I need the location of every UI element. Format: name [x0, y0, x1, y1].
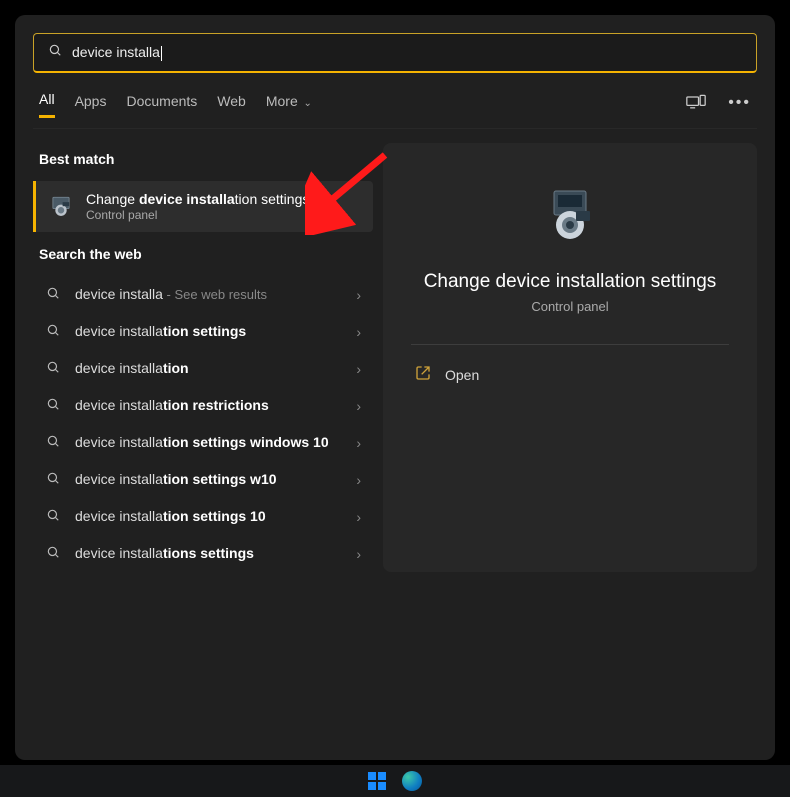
edge-icon[interactable] [402, 771, 422, 791]
search-box[interactable]: device installa [33, 33, 757, 73]
web-result-text: device installation settings windows 10 [75, 434, 342, 451]
preview-subtitle: Control panel [531, 299, 608, 314]
best-match-subtitle: Control panel [86, 208, 309, 222]
best-match-title: Change device installation settings [86, 191, 309, 207]
chevron-right-icon: › [356, 509, 361, 525]
web-result-text: device installation settings 10 [75, 508, 342, 525]
best-match-header: Best match [39, 151, 367, 167]
web-result-text: device installation [75, 360, 342, 377]
search-icon [45, 360, 61, 377]
more-options-icon[interactable]: ••• [728, 94, 751, 115]
search-icon [45, 286, 61, 303]
control-panel-icon [48, 194, 74, 220]
web-result[interactable]: device installations settings › [33, 535, 373, 572]
start-button[interactable] [368, 772, 386, 790]
tab-apps[interactable]: Apps [75, 93, 107, 117]
chevron-right-icon: › [356, 546, 361, 562]
web-result[interactable]: device installa - See web results › [33, 276, 373, 313]
web-result[interactable]: device installation settings w10 › [33, 461, 373, 498]
chevron-right-icon: › [356, 435, 361, 451]
search-icon [45, 397, 61, 414]
search-icon [48, 43, 62, 62]
preview-pane: Change device installation settings Cont… [383, 143, 757, 572]
web-result-text: device installation settings w10 [75, 471, 342, 488]
tab-all[interactable]: All [39, 91, 55, 118]
search-web-header: Search the web [39, 246, 367, 262]
chevron-right-icon: › [356, 324, 361, 340]
open-action[interactable]: Open [411, 355, 729, 394]
search-icon [45, 471, 61, 488]
web-result[interactable]: device installation settings 10 › [33, 498, 373, 535]
tab-more[interactable]: More ⌄ [266, 93, 312, 117]
search-icon [45, 508, 61, 525]
devices-icon[interactable] [686, 94, 706, 115]
open-icon [415, 365, 431, 384]
tab-web[interactable]: Web [217, 93, 246, 117]
web-result[interactable]: device installation settings › [33, 313, 373, 350]
chevron-down-icon: ⌄ [301, 98, 312, 109]
preview-title: Change device installation settings [424, 271, 717, 293]
preview-icon [538, 183, 602, 247]
search-input[interactable]: device installa [72, 44, 742, 61]
web-result[interactable]: device installation restrictions › [33, 387, 373, 424]
search-icon [45, 434, 61, 451]
search-icon [45, 323, 61, 340]
web-result-text: device installations settings [75, 545, 342, 562]
best-match-result[interactable]: Change device installation settings Cont… [33, 181, 373, 232]
chevron-right-icon: › [356, 361, 361, 377]
chevron-right-icon: › [356, 287, 361, 303]
open-label: Open [445, 367, 479, 383]
web-result-text: device installation settings [75, 323, 342, 340]
taskbar [0, 765, 790, 797]
web-result-text: device installa - See web results [75, 286, 342, 303]
search-icon [45, 545, 61, 562]
chevron-right-icon: › [356, 472, 361, 488]
web-result[interactable]: device installation › [33, 350, 373, 387]
separator [411, 344, 729, 345]
tabs-row: All Apps Documents Web More ⌄ ••• [33, 91, 757, 129]
web-result-text: device installation restrictions [75, 397, 342, 414]
tab-documents[interactable]: Documents [126, 93, 197, 117]
web-result[interactable]: device installation settings windows 10 › [33, 424, 373, 461]
chevron-right-icon: › [356, 398, 361, 414]
